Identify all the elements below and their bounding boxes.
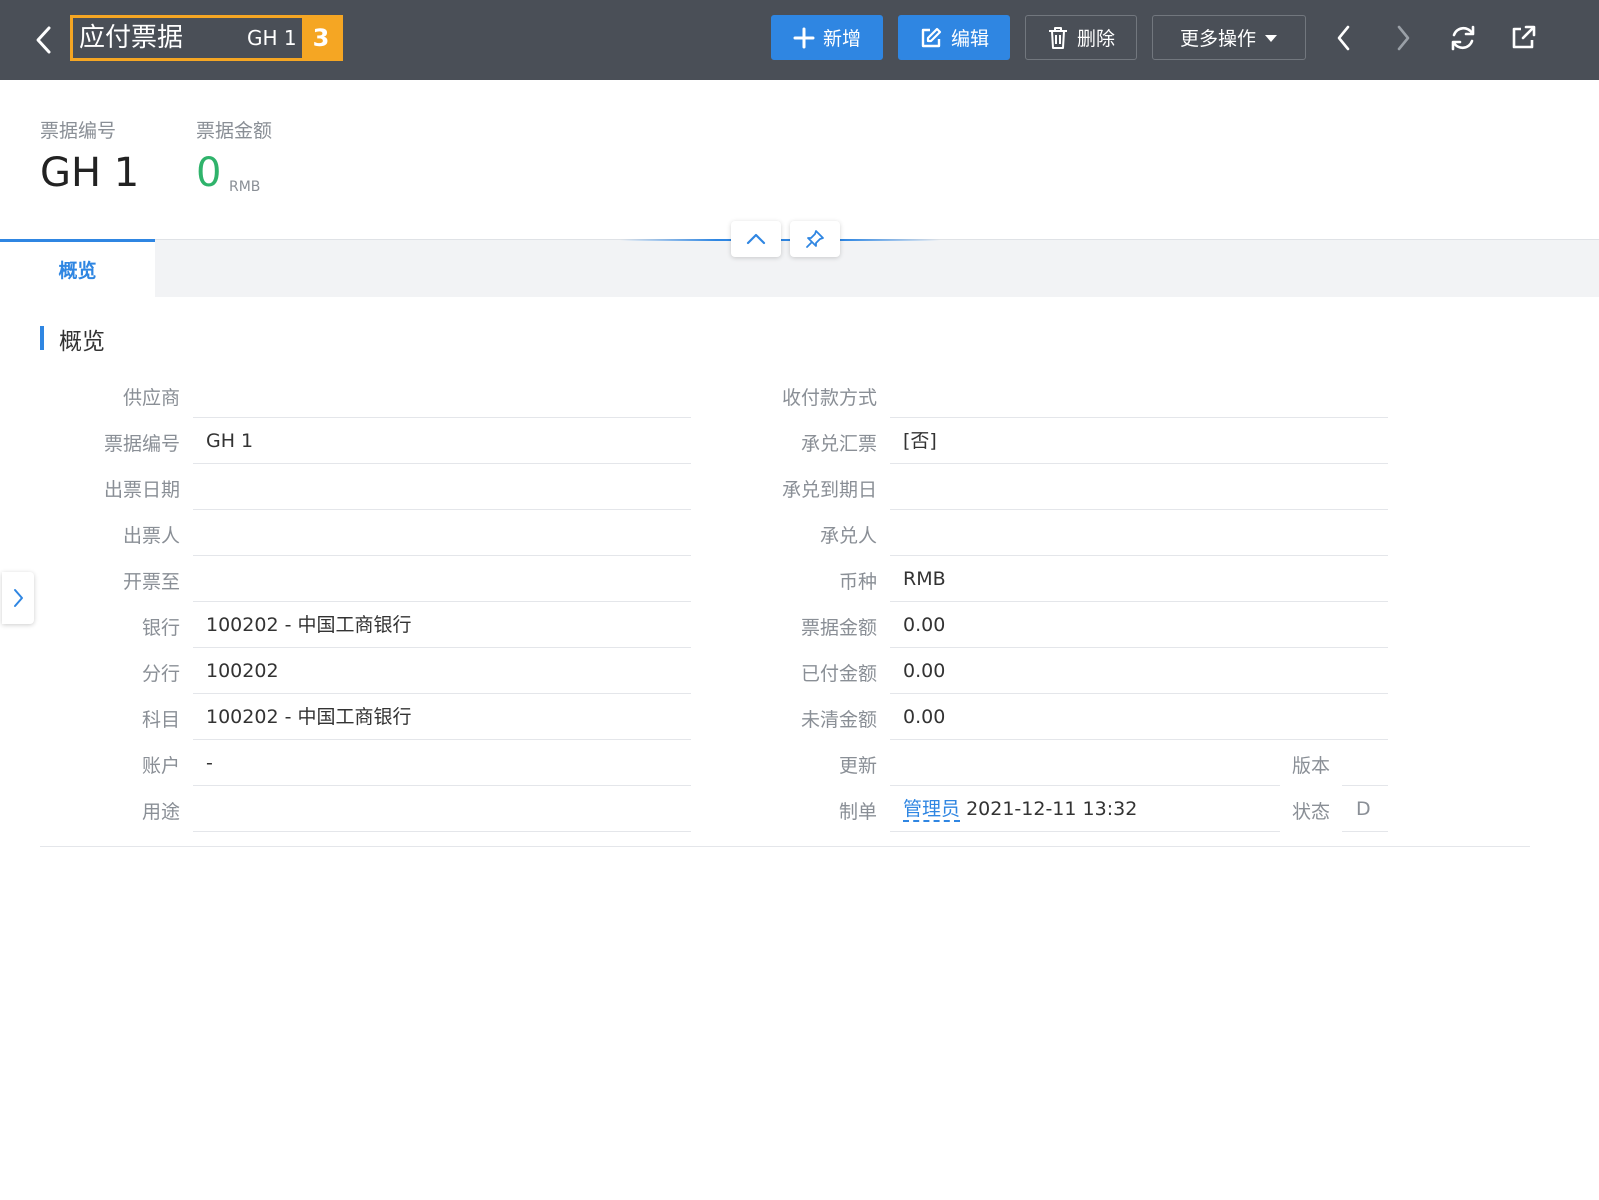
field-label-currency: 币种 [838, 571, 877, 593]
collapse-header-button[interactable] [731, 221, 781, 257]
created-timestamp: 2021-12-11 13:32 [966, 798, 1138, 820]
field-value-drawer [193, 511, 691, 556]
field-value-version [1342, 741, 1388, 786]
open-external-button[interactable] [1503, 18, 1543, 58]
field-label-status: 状态 [1291, 801, 1330, 823]
pin-icon [806, 230, 824, 248]
section-title: 概览 [59, 329, 105, 355]
field-value-bank: 100202 - 中国工商银行 [193, 603, 691, 648]
field-value-payee [193, 557, 691, 602]
delete-button-label: 删除 [1076, 28, 1115, 50]
field-value-acceptance-due-date [890, 465, 1388, 510]
field-label-acceptance-bill: 承兑汇票 [800, 433, 877, 455]
caret-down-icon [1265, 34, 1277, 42]
side-panel-toggle[interactable] [2, 572, 34, 624]
new-button-label: 新增 [822, 28, 861, 50]
refresh-icon [1451, 25, 1475, 51]
field-value-paid-amount: 0.00 [890, 649, 1388, 694]
pin-header-button[interactable] [790, 221, 840, 257]
field-label-drawer: 出票人 [122, 525, 180, 547]
field-value-account-subject: 100202 - 中国工商银行 [193, 695, 691, 740]
new-button[interactable]: 新增 [771, 15, 883, 60]
summary-amount-label: 票据金额 [196, 120, 273, 142]
field-value-status: D [1342, 787, 1388, 832]
section-bottom-divider [40, 846, 1530, 847]
field-value-bill-amount: 0.00 [890, 603, 1388, 648]
field-value-created-by: 管理员 2021-12-11 13:32 [890, 787, 1280, 832]
field-value-currency: RMB [890, 557, 1388, 602]
field-label-updated: 更新 [838, 755, 877, 777]
next-record-button[interactable] [1383, 18, 1423, 58]
step-badge: 3 [302, 18, 340, 58]
field-label-issue-date: 出票日期 [103, 479, 180, 501]
refresh-button[interactable] [1443, 18, 1483, 58]
field-label-supplier: 供应商 [122, 387, 180, 409]
section-marker [40, 326, 44, 350]
field-value-outstanding-amount: 0.00 [890, 695, 1388, 740]
chevron-right-icon [1397, 25, 1410, 51]
summary-amount-unit: RMB [229, 179, 261, 195]
field-label-outstanding-amount: 未清金额 [800, 709, 877, 731]
creator-user-link[interactable]: 管理员 [903, 798, 961, 822]
page-title-highlight: 应付票据 GH 1 3 [70, 15, 343, 61]
field-label-account-subject: 科目 [141, 709, 180, 731]
field-label-created-by: 制单 [838, 801, 877, 823]
field-label-account: 账户 [141, 755, 180, 777]
chevron-right-icon [14, 589, 23, 607]
back-button[interactable] [26, 20, 62, 60]
field-value-acceptance-bill: [否] [890, 419, 1388, 464]
page-title-code: GH 1 [247, 26, 297, 50]
field-value-purpose [193, 787, 691, 832]
tab-overview[interactable]: 概览 [0, 239, 155, 297]
more-actions-dropdown[interactable]: 更多操作 [1152, 15, 1306, 60]
field-value-payment-method [890, 373, 1388, 418]
edit-icon [921, 27, 942, 47]
more-actions-label: 更多操作 [1179, 28, 1256, 50]
field-value-supplier [193, 373, 691, 418]
field-label-purpose: 用途 [141, 801, 180, 823]
field-value-account: - [193, 741, 691, 786]
summary-amount-value: 0 [196, 150, 222, 196]
chevron-left-icon [1337, 25, 1350, 51]
summary-code-label: 票据编号 [40, 120, 117, 142]
field-value-acceptor [890, 511, 1388, 556]
page-title: 应付票据 [79, 23, 184, 53]
field-label-acceptor: 承兑人 [819, 525, 877, 547]
plus-icon [793, 27, 815, 48]
field-value-branch: 100202 [193, 649, 691, 694]
top-toolbar: 应付票据 GH 1 3 新增 编辑 删除 更多操作 [0, 0, 1599, 80]
trash-icon [1048, 26, 1067, 49]
field-label-payment-method: 收付款方式 [781, 387, 877, 409]
edit-button[interactable]: 编辑 [898, 15, 1010, 60]
field-label-branch: 分行 [141, 663, 180, 685]
chevron-left-icon [36, 26, 51, 54]
field-value-updated [890, 741, 1280, 786]
field-label-paid-amount: 已付金额 [800, 663, 877, 685]
edit-button-label: 编辑 [950, 28, 989, 50]
field-label-bill-number: 票据编号 [103, 433, 180, 455]
chevron-up-icon [746, 233, 766, 245]
field-value-bill-number: GH 1 [193, 419, 691, 464]
field-label-bill-amount: 票据金额 [800, 617, 877, 639]
summary-code-value: GH 1 [40, 150, 140, 196]
field-label-version: 版本 [1291, 755, 1330, 777]
delete-button[interactable]: 删除 [1025, 15, 1137, 60]
field-label-acceptance-due-date: 承兑到期日 [781, 479, 877, 501]
prev-record-button[interactable] [1324, 18, 1364, 58]
external-link-icon [1512, 25, 1536, 49]
field-value-issue-date [193, 465, 691, 510]
